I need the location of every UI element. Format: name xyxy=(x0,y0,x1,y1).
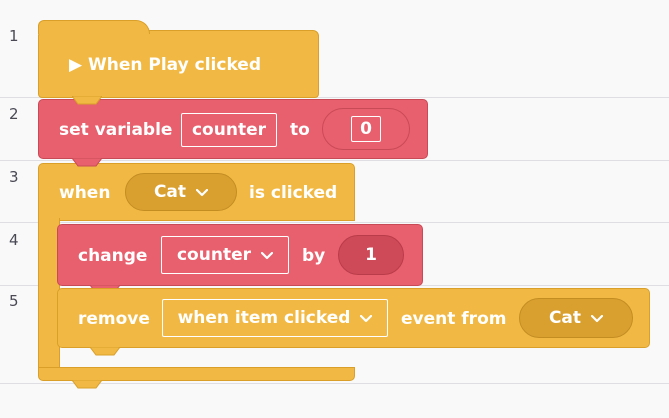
to-label: to xyxy=(290,120,310,140)
target-value: Cat xyxy=(153,182,187,202)
set-variable-block[interactable]: set variable counter to 0 xyxy=(38,99,428,159)
change-label: change xyxy=(78,246,148,266)
change-variable-block[interactable]: change counter by 1 xyxy=(57,224,423,286)
connector-tab xyxy=(90,347,120,356)
variable-dropdown-value: counter xyxy=(176,245,251,265)
by-label: by xyxy=(302,246,326,266)
chevron-down-icon xyxy=(195,182,209,202)
hat-notch xyxy=(38,20,150,34)
variable-dropdown[interactable]: counter xyxy=(161,236,289,274)
c-block-bottom-tab xyxy=(72,380,102,389)
line-number: 2 xyxy=(9,105,19,123)
value-box: 0 xyxy=(351,116,381,142)
row-divider xyxy=(0,222,669,223)
variable-name-field[interactable]: counter xyxy=(181,113,277,147)
value-text: 0 xyxy=(360,119,372,139)
connector-tab xyxy=(72,96,102,105)
event-from-label: event from xyxy=(401,309,507,329)
target-dropdown[interactable]: Cat xyxy=(125,173,237,211)
c-block-bottom-arm xyxy=(38,367,355,381)
line-number: 1 xyxy=(9,27,19,45)
remove-label: remove xyxy=(78,309,150,329)
when-play-clicked-block[interactable]: ▶ When Play clicked xyxy=(38,30,319,98)
line-number: 3 xyxy=(9,168,19,186)
set-variable-label: set variable xyxy=(59,120,173,140)
chevron-down-icon xyxy=(360,308,373,328)
change-amount-value: 1 xyxy=(365,245,377,265)
when-play-clicked-label: ▶ When Play clicked xyxy=(69,55,261,75)
connector-tab xyxy=(72,158,102,167)
remove-target-dropdown[interactable]: Cat xyxy=(519,298,633,338)
is-clicked-label: is clicked xyxy=(249,183,338,203)
event-dropdown[interactable]: when item clicked xyxy=(162,299,388,337)
line-number: 4 xyxy=(9,231,19,249)
value-input[interactable]: 0 xyxy=(322,108,410,150)
when-clicked-c-block[interactable]: when Cat is clicked xyxy=(38,163,355,221)
line-number: 5 xyxy=(9,292,19,310)
change-amount-input[interactable]: 1 xyxy=(338,235,404,275)
variable-name-value: counter xyxy=(191,120,266,140)
when-label: when xyxy=(59,183,111,203)
remove-event-block[interactable]: remove when item clicked event from Cat xyxy=(57,288,650,348)
remove-target-value: Cat xyxy=(548,308,582,328)
event-dropdown-value: when item clicked xyxy=(177,308,351,328)
chevron-down-icon xyxy=(590,308,604,328)
chevron-down-icon xyxy=(260,245,274,265)
